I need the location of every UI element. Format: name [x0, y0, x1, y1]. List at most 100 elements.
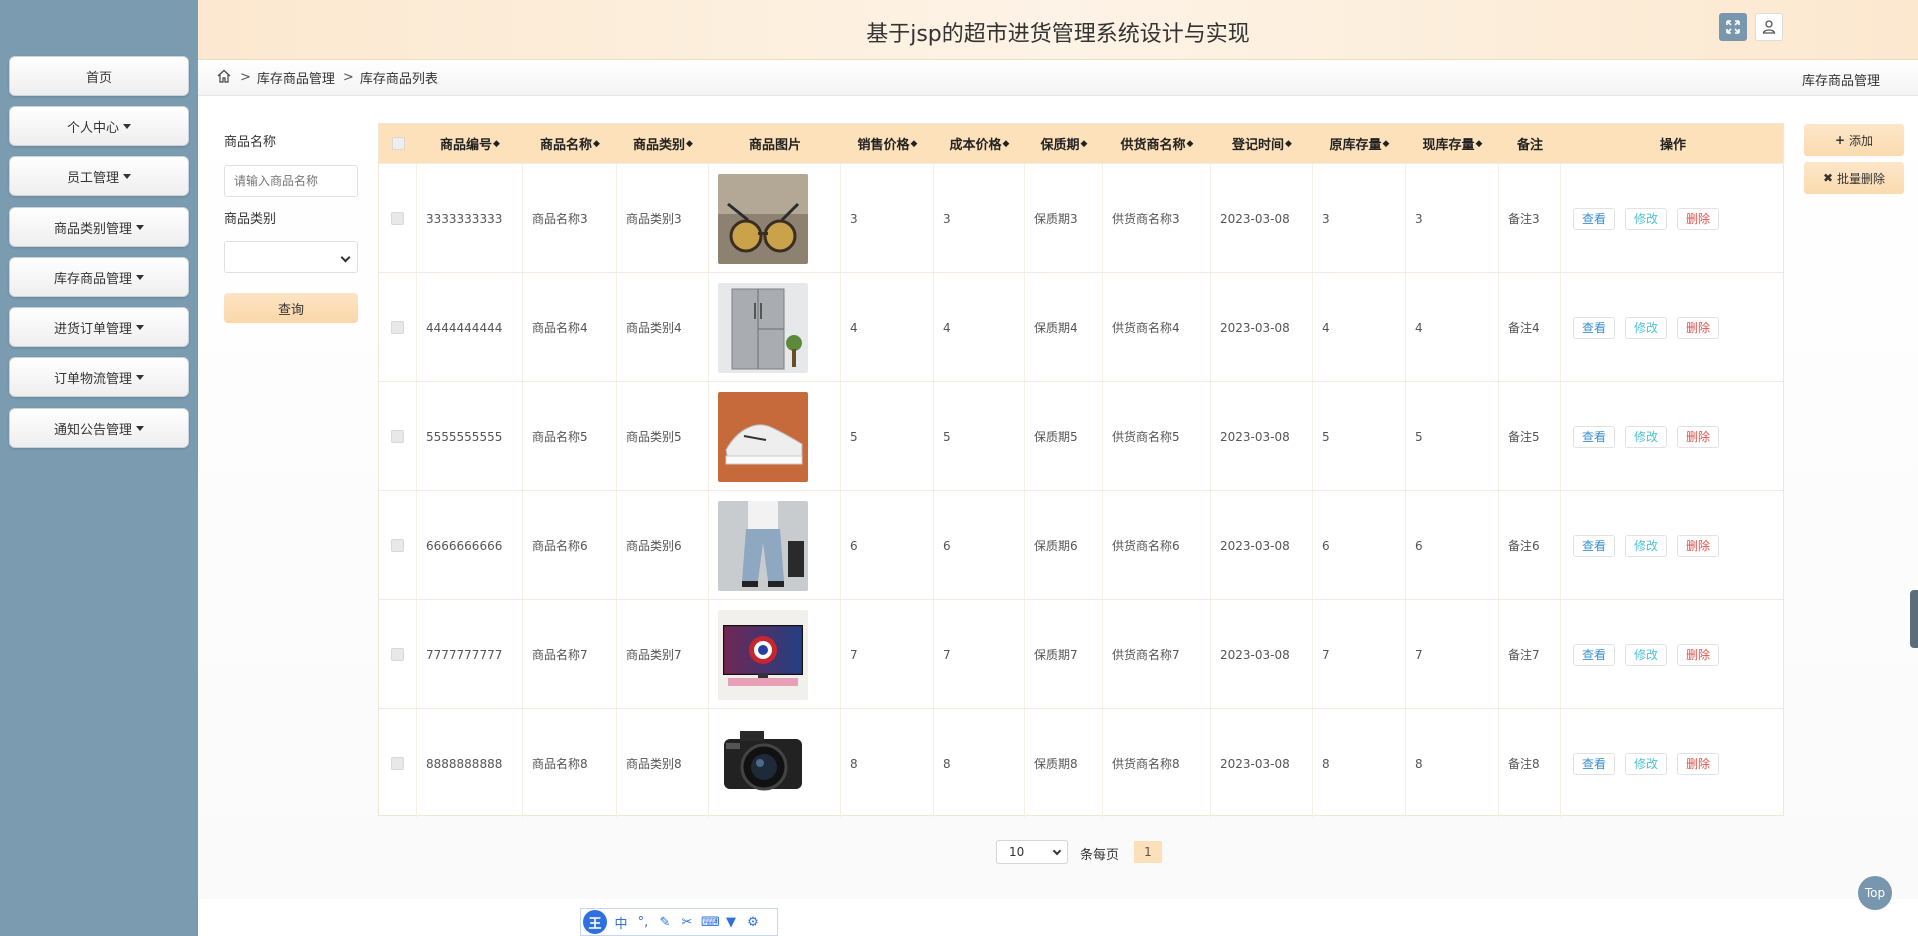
cell-cur-stock: 3 [1406, 164, 1499, 273]
breadcrumb-current-module: 库存商品管理 [1801, 74, 1880, 89]
caret-down-icon [136, 425, 144, 431]
gear-icon[interactable]: ⚙ [745, 915, 761, 930]
cell-cur-stock: 5 [1406, 382, 1499, 491]
sort-icon: ◆ [910, 138, 918, 149]
product-image[interactable] [718, 500, 808, 591]
pen-icon[interactable]: ✎ [657, 915, 673, 930]
sidebar-item-purchase-orders[interactable]: 进货订单管理 [9, 307, 189, 347]
edit-button[interactable]: 修改 [1625, 752, 1668, 775]
row-checkbox[interactable] [391, 430, 404, 443]
row-checkbox-cell [379, 382, 417, 491]
cell-image [709, 273, 841, 382]
product-image[interactable] [718, 173, 808, 264]
add-button[interactable]: + 添加 [1804, 124, 1904, 156]
delete-button[interactable]: 删除 [1677, 207, 1720, 230]
select-all-checkbox[interactable] [379, 124, 417, 163]
caret-down-icon [136, 324, 144, 330]
edit-button[interactable]: 修改 [1625, 425, 1668, 448]
cell-category: 商品类别7 [617, 600, 709, 709]
edit-button[interactable]: 修改 [1625, 316, 1668, 339]
product-name-input[interactable] [224, 165, 358, 197]
product-image[interactable] [718, 718, 808, 809]
view-button[interactable]: 查看 [1573, 643, 1616, 666]
ime-mode[interactable]: 中 [613, 913, 629, 932]
keyboard-icon[interactable]: ⌨ [701, 915, 720, 930]
sidebar-item-label: 订单物流管理 [53, 371, 132, 387]
cell-cost-price: 6 [934, 491, 1025, 600]
caret-down-icon [123, 173, 131, 179]
delete-button[interactable]: 删除 [1677, 752, 1720, 775]
row-checkbox[interactable] [391, 757, 404, 770]
user-icon[interactable] [1755, 13, 1783, 41]
cell-cur-stock: 7 [1406, 600, 1499, 709]
column-header-date[interactable]: 登记时间 ◆ [1211, 124, 1313, 163]
breadcrumb-level1[interactable]: 库存商品管理 [257, 68, 335, 87]
cell-id: 4444444444 [417, 273, 523, 382]
view-button[interactable]: 查看 [1573, 207, 1616, 230]
product-image[interactable] [718, 609, 808, 700]
batch-delete-button[interactable]: ✖ 批量删除 [1804, 162, 1904, 194]
breadcrumb-separator: > [342, 70, 354, 85]
edit-button[interactable]: 修改 [1625, 643, 1668, 666]
row-checkbox[interactable] [391, 539, 404, 552]
delete-button[interactable]: 删除 [1677, 425, 1720, 448]
row-checkbox[interactable] [391, 212, 404, 225]
column-header-orig-stock[interactable]: 原库存量 ◆ [1313, 124, 1406, 163]
view-button[interactable]: 查看 [1573, 752, 1616, 775]
sidebar-item-category[interactable]: 商品类别管理 [9, 207, 189, 247]
punctuation-icon[interactable]: °, [635, 915, 651, 930]
column-header-category[interactable]: 商品类别 ◆ [617, 124, 709, 163]
product-image[interactable] [718, 391, 808, 482]
page-number-current[interactable]: 1 [1134, 841, 1162, 863]
back-to-top-button[interactable]: Top [1858, 876, 1892, 910]
sidebar-item-inventory[interactable]: 库存商品管理 [9, 257, 189, 297]
row-checkbox[interactable] [391, 321, 404, 334]
column-header-name[interactable]: 商品名称 ◆ [523, 124, 617, 163]
plus-icon: + [1834, 133, 1846, 147]
cell-cost-price: 7 [934, 600, 1025, 709]
view-button[interactable]: 查看 [1573, 316, 1616, 339]
cell-remark: 备注3 [1499, 164, 1561, 273]
chevron-down-icon [340, 252, 351, 263]
cell-actions: 查看 修改 删除 [1561, 709, 1785, 818]
delete-button[interactable]: 删除 [1677, 643, 1720, 666]
delete-button[interactable]: 删除 [1677, 316, 1720, 339]
cell-name: 商品名称6 [523, 491, 617, 600]
product-image[interactable] [718, 282, 808, 373]
sidebar-item-logistics[interactable]: 订单物流管理 [9, 357, 189, 397]
column-header-shelf-life[interactable]: 保质期 ◆ [1025, 124, 1103, 163]
skin-icon[interactable]: ▼ [723, 915, 739, 930]
sidebar-item-home[interactable]: 首页 [9, 56, 189, 96]
query-button[interactable]: 查询 [224, 293, 358, 323]
side-edge-handle[interactable] [1910, 590, 1918, 648]
edit-button[interactable]: 修改 [1625, 534, 1668, 557]
expand-icon[interactable] [1719, 13, 1747, 41]
sidebar-item-notices[interactable]: 通知公告管理 [9, 408, 189, 448]
column-header-supplier[interactable]: 供货商名称 ◆ [1103, 124, 1211, 163]
cell-remark: 备注6 [1499, 491, 1561, 600]
sidebar-item-personal-center[interactable]: 个人中心 [9, 106, 189, 146]
column-header-sale-price[interactable]: 销售价格 ◆ [841, 124, 934, 163]
cell-image [709, 600, 841, 709]
inventory-table: 商品编号 ◆ 商品名称 ◆ 商品类别 ◆ 商品图片 销售价格 ◆ 成本价格 ◆ 保质期 ◆ … [378, 123, 1785, 818]
cell-shelf-life: 保质期5 [1025, 382, 1103, 491]
delete-button[interactable]: 删除 [1677, 534, 1720, 557]
ime-logo[interactable]: 王 [583, 910, 607, 934]
view-button[interactable]: 查看 [1573, 534, 1616, 557]
edit-button[interactable]: 修改 [1625, 207, 1668, 230]
page-size-select[interactable]: 10 [996, 840, 1068, 864]
table-header: 商品编号 ◆ 商品名称 ◆ 商品类别 ◆ 商品图片 销售价格 ◆ 成本价格 ◆ 保质期 ◆ … [379, 124, 1783, 163]
view-button[interactable]: 查看 [1573, 425, 1616, 448]
column-header-cur-stock[interactable]: 现库存量 ◆ [1406, 124, 1499, 163]
column-header-id[interactable]: 商品编号 ◆ [417, 124, 523, 163]
sidebar-item-staff[interactable]: 员工管理 [9, 156, 189, 196]
column-header-cost-price[interactable]: 成本价格 ◆ [934, 124, 1025, 163]
scissors-icon[interactable]: ✂ [679, 915, 695, 930]
cell-cur-stock: 4 [1406, 273, 1499, 382]
home-icon[interactable] [216, 68, 232, 88]
row-checkbox[interactable] [391, 648, 404, 661]
product-category-select[interactable] [224, 241, 358, 273]
sort-icon: ◆ [1285, 138, 1292, 149]
column-header-actions: 操作 [1659, 138, 1686, 153]
cell-actions: 查看 修改 删除 [1561, 600, 1785, 709]
